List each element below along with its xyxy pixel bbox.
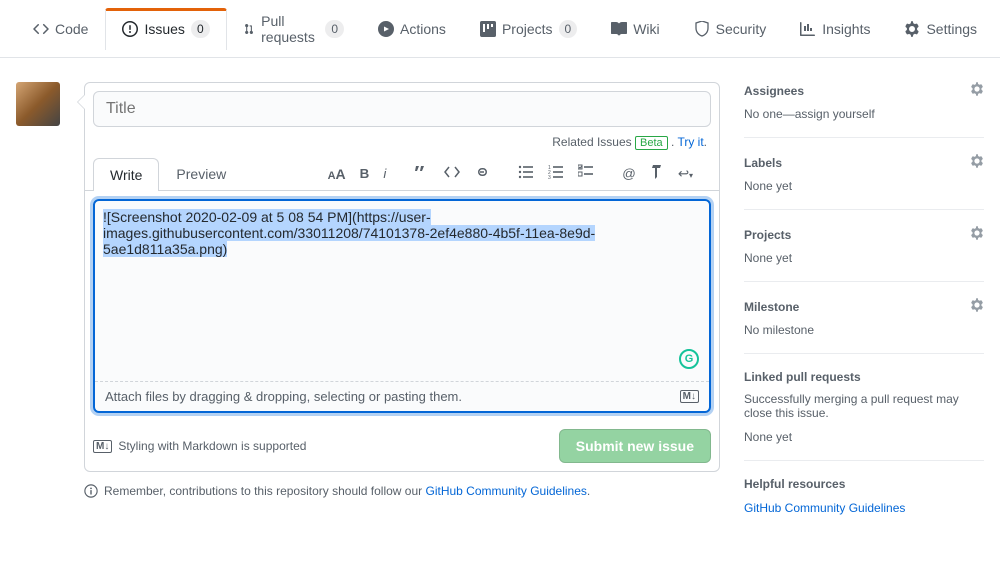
markdown-icon: M↓ <box>680 390 699 403</box>
code-button[interactable] <box>438 160 466 187</box>
unordered-list-button[interactable] <box>512 160 540 187</box>
guidelines-prefix: Remember, contributions to this reposito… <box>104 484 426 498</box>
milestone-title: Milestone <box>744 300 799 314</box>
assignees-title: Assignees <box>744 84 804 98</box>
tab-wiki[interactable]: Wiki <box>594 8 676 49</box>
gear-icon[interactable] <box>970 298 984 315</box>
tab-projects-label: Projects <box>502 21 553 37</box>
bold-button[interactable]: B <box>354 162 376 186</box>
tab-wiki-label: Wiki <box>633 21 659 37</box>
gear-icon <box>904 21 920 37</box>
quote-button[interactable] <box>408 160 436 187</box>
shield-icon <box>694 21 710 37</box>
attach-bar[interactable]: Attach files by dragging & dropping, sel… <box>95 381 709 411</box>
attach-hint: Attach files by dragging & dropping, sel… <box>105 389 462 404</box>
textarea-wrap: ![Screenshot 2020-02-09 at 5 08 54 PM](h… <box>93 199 711 413</box>
sidebar-projects: Projects None yet <box>744 210 984 282</box>
labels-title: Labels <box>744 156 782 170</box>
submit-button[interactable]: Submit new issue <box>559 429 711 463</box>
guidelines-note: Remember, contributions to this reposito… <box>84 484 720 498</box>
tab-settings[interactable]: Settings <box>887 8 994 49</box>
new-issue-form: Related Issues Beta . Try it. Write Prev… <box>84 82 720 472</box>
markdown-toolbar: AA B i 123 @ <box>322 160 711 187</box>
write-tab[interactable]: Write <box>93 158 159 191</box>
linked-desc: Successfully merging a pull request may … <box>744 392 984 420</box>
pulls-count-badge: 0 <box>325 20 344 38</box>
ordered-list-button[interactable]: 123 <box>542 160 570 187</box>
tab-code-label: Code <box>55 21 88 37</box>
resources-title: Helpful resources <box>744 477 845 491</box>
tab-code[interactable]: Code <box>16 8 105 49</box>
assignees-value[interactable]: No one—assign yourself <box>744 107 984 121</box>
projects-value: None yet <box>744 251 984 265</box>
tab-pulls-label: Pull requests <box>261 13 319 45</box>
comment-textarea[interactable]: ![Screenshot 2020-02-09 at 5 08 54 PM](h… <box>95 201 709 381</box>
sidebar: Assignees No one—assign yourself Labels … <box>744 82 984 531</box>
tab-actions-label: Actions <box>400 21 446 37</box>
beta-badge: Beta <box>635 136 668 150</box>
tab-actions[interactable]: Actions <box>361 8 463 49</box>
project-icon <box>480 21 496 37</box>
sidebar-milestone: Milestone No milestone <box>744 282 984 354</box>
gear-icon[interactable] <box>970 154 984 171</box>
related-issues-label: Related Issues <box>552 135 631 149</box>
try-it-link[interactable]: Try it <box>677 135 703 149</box>
title-input[interactable] <box>93 91 711 127</box>
repo-tabs: Code Issues 0 Pull requests 0 Actions Pr… <box>0 0 1000 58</box>
sidebar-linked-prs: Linked pull requests Successfully mergin… <box>744 354 984 461</box>
italic-button[interactable]: i <box>377 162 392 186</box>
gear-icon[interactable] <box>970 226 984 243</box>
code-icon <box>33 21 49 37</box>
mention-button[interactable]: @ <box>616 160 642 187</box>
tab-security-label: Security <box>716 21 767 37</box>
milestone-value: No milestone <box>744 323 984 337</box>
issues-count-badge: 0 <box>191 20 210 38</box>
info-icon <box>84 484 98 498</box>
tab-settings-label: Settings <box>926 21 977 37</box>
markdown-note-text: Styling with Markdown is supported <box>118 439 306 453</box>
avatar[interactable] <box>16 82 60 126</box>
sidebar-labels: Labels None yet <box>744 138 984 210</box>
book-icon <box>611 21 627 37</box>
related-issues-row: Related Issues Beta . Try it. <box>85 135 719 157</box>
comment-body-text: ![Screenshot 2020-02-09 at 5 08 54 PM](h… <box>103 209 595 257</box>
projects-count-badge: 0 <box>559 20 578 38</box>
tab-security[interactable]: Security <box>677 8 784 49</box>
editor-tabs-toolbar: Write Preview AA B i 123 <box>85 157 719 191</box>
community-guidelines-link[interactable]: GitHub Community Guidelines <box>744 501 905 515</box>
task-list-button[interactable] <box>572 160 600 187</box>
sidebar-assignees: Assignees No one—assign yourself <box>744 82 984 138</box>
pull-request-icon <box>244 21 256 37</box>
graph-icon <box>800 21 816 37</box>
form-actions: M↓ Styling with Markdown is supported Su… <box>85 421 719 471</box>
heading-button[interactable]: AA <box>322 162 352 186</box>
markdown-icon: M↓ <box>93 440 112 453</box>
issue-icon <box>122 21 138 37</box>
svg-text:3: 3 <box>548 175 551 180</box>
tab-projects[interactable]: Projects 0 <box>463 7 594 50</box>
tab-issues[interactable]: Issues 0 <box>105 8 226 50</box>
play-icon <box>378 21 394 37</box>
tab-issues-label: Issues <box>144 21 184 37</box>
linked-value: None yet <box>744 430 984 444</box>
guidelines-suffix: . <box>587 484 590 498</box>
reference-button[interactable] <box>644 160 670 187</box>
link-button[interactable] <box>468 160 496 187</box>
linked-title: Linked pull requests <box>744 370 861 384</box>
preview-tab[interactable]: Preview <box>159 157 243 190</box>
projects-title: Projects <box>744 228 791 242</box>
labels-value: None yet <box>744 179 984 193</box>
tab-insights-label: Insights <box>822 21 870 37</box>
gear-icon[interactable] <box>970 82 984 99</box>
guidelines-link[interactable]: GitHub Community Guidelines <box>426 484 587 498</box>
tab-pulls[interactable]: Pull requests 0 <box>227 0 361 57</box>
sidebar-resources: Helpful resources GitHub Community Guide… <box>744 461 984 531</box>
reply-button[interactable]: ↩▾ <box>672 160 699 187</box>
markdown-support-note: M↓ Styling with Markdown is supported <box>93 439 306 453</box>
grammarly-icon[interactable]: G <box>679 349 699 369</box>
tab-insights[interactable]: Insights <box>783 8 887 49</box>
